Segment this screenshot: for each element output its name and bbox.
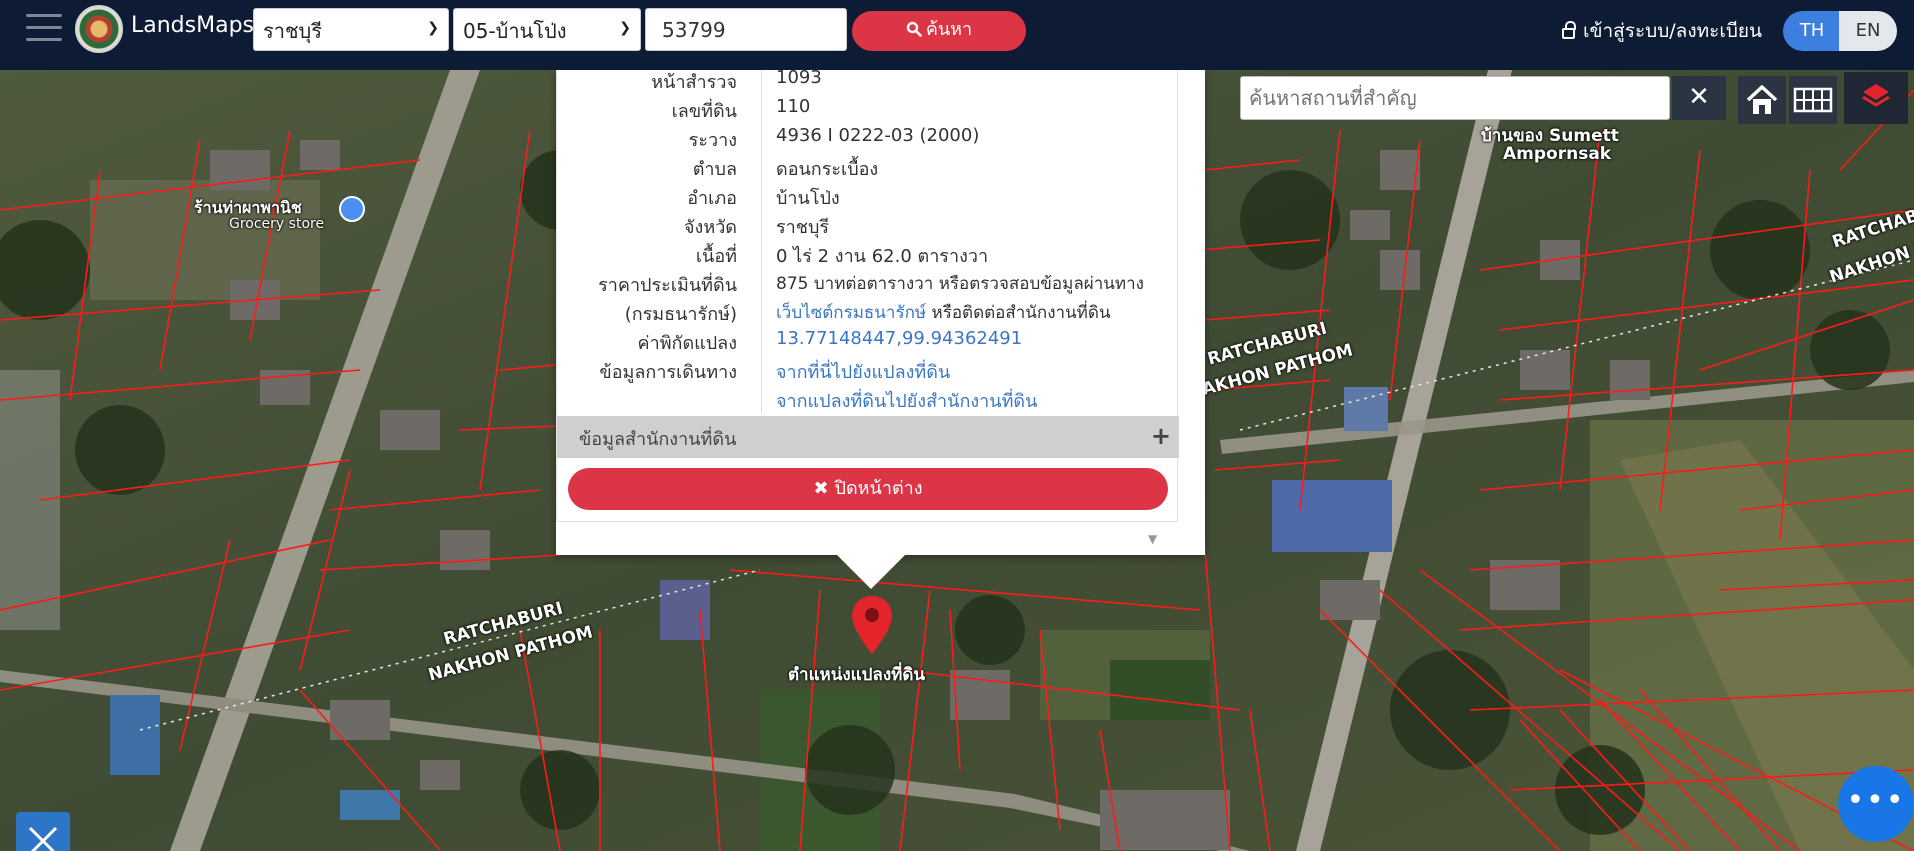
info-row-subdistrict: ตำบล ดอนกระเบื้อง — [557, 154, 1179, 183]
info-row-coordinates: ค่าพิกัดแปลง 13.77148447,99.94362491 — [557, 328, 1179, 357]
info-row-area: เนื้อที่ 0 ไร่ 2 งาน 62.0 ตารางวา — [557, 241, 1179, 270]
home-button[interactable] — [1738, 76, 1786, 124]
parcel-info-popup: หน้าสำรวจ 1093 เลขที่ดิน 110 ระวาง 4936 … — [556, 67, 1205, 555]
province-select[interactable]: ราชบุรี ❯ — [253, 8, 449, 51]
info-row-appraisal: ราคาประเมินที่ดิน 875 บาทต่อตารางวา หรือ… — [557, 270, 1179, 299]
close-window-label: ปิดหน้าต่าง — [834, 478, 923, 499]
store-marker-icon[interactable] — [339, 196, 365, 222]
menu-icon[interactable] — [26, 14, 62, 48]
lang-th-button[interactable]: TH — [1783, 11, 1841, 51]
info-value: 875 บาทต่อตารางวา หรือตรวจสอบข้อมูลผ่านท… — [776, 274, 1144, 294]
top-bar: LandsMaps ราชบุรี ❯ 05-บ้านโป่ง ❯ ค้นหา … — [0, 0, 1914, 70]
info-label: หน้าสำรวจ — [651, 72, 737, 93]
store-type-label: Grocery store — [229, 216, 325, 232]
place-search-input[interactable] — [1240, 76, 1670, 120]
popup-pointer — [835, 553, 907, 589]
layers-icon — [1862, 84, 1890, 107]
info-row-travel-2: จากแปลงที่ดินไปยังสำนักงานที่ดิน — [557, 386, 1179, 415]
info-value: เว็บไซต์กรมธนารักษ์ หรือติดต่อสำนักงานที… — [776, 299, 1111, 326]
land-office-label: ข้อมูลสำนักงานที่ดิน — [579, 429, 737, 450]
scroll-down-icon[interactable]: ▼ — [1148, 532, 1157, 546]
close-icon: ✕ — [1688, 82, 1710, 112]
lang-en-button[interactable]: EN — [1839, 11, 1897, 51]
login-link[interactable]: เข้าสู่ระบบ/ลงทะเบียน — [1562, 16, 1762, 46]
info-label: ตำบล — [692, 159, 737, 180]
directions-to-office-link[interactable]: จากแปลงที่ดินไปยังสำนักงานที่ดิน — [776, 386, 1037, 415]
more-options-button[interactable]: ••• — [1838, 766, 1914, 842]
info-label: ระวาง — [688, 130, 737, 151]
layers-button[interactable] — [1844, 72, 1908, 124]
search-icon — [906, 21, 922, 37]
info-value: 4936 I 0222-03 (2000) — [776, 125, 980, 146]
grid-icon — [1793, 87, 1833, 113]
info-label: ข้อมูลการเดินทาง — [599, 362, 737, 383]
brand-name: LandsMaps — [131, 13, 254, 38]
info-row-survey-page: หน้าสำรวจ 1093 — [557, 67, 1179, 96]
parcel-marker-label: ตำแหน่งแปลงที่ดิน — [788, 665, 926, 685]
info-value: ราชบุรี — [776, 217, 830, 238]
info-label: (กรมธนารักษ์) — [624, 304, 737, 325]
landsmaps-logo — [75, 5, 123, 53]
parcel-number-input[interactable] — [645, 8, 847, 51]
info-row-land-number: เลขที่ดิน 110 — [557, 96, 1179, 125]
info-label: จังหวัด — [684, 217, 737, 238]
info-label: ราคาประเมินที่ดิน — [598, 275, 737, 296]
info-row-travel: ข้อมูลการเดินทาง จากที่นี่ไปยังแปลงที่ดิ… — [557, 357, 1179, 386]
district-select[interactable]: 05-บ้านโป่ง ❯ — [453, 8, 641, 51]
info-row-province: จังหวัด ราชบุรี — [557, 212, 1179, 241]
district-value: 05-บ้านโป่ง — [463, 19, 567, 43]
info-label: อำเภอ — [687, 188, 737, 209]
info-label: เนื้อที่ — [695, 246, 737, 267]
appraisal-suffix: หรือติดต่อสำนักงานที่ดิน — [926, 303, 1111, 323]
clear-search-button[interactable]: ✕ — [1672, 76, 1726, 120]
info-row-appraisal-2: (กรมธนารักษ์) เว็บไซต์กรมธนารักษ์ หรือติ… — [557, 299, 1179, 328]
info-value: 0 ไร่ 2 งาน 62.0 ตารางวา — [776, 246, 989, 267]
info-label: ค่าพิกัดแปลง — [637, 333, 737, 354]
info-value: 1093 — [776, 67, 822, 88]
chevron-down-icon: ❯ — [427, 20, 439, 36]
info-row-district: อำเภอ บ้านโป่ง — [557, 183, 1179, 212]
coordinates-link[interactable]: 13.77148447,99.94362491 — [776, 328, 1022, 349]
search-button-label: ค้นหา — [925, 19, 973, 40]
land-office-section[interactable]: ข้อมูลสำนักงานที่ดิน + — [557, 416, 1179, 458]
close-window-button[interactable]: ✖ ปิดหน้าต่าง — [568, 468, 1168, 510]
grid-button[interactable] — [1789, 76, 1837, 124]
chevron-down-icon: ❯ — [619, 20, 631, 36]
parcel-info-content: หน้าสำรวจ 1093 เลขที่ดิน 110 ระวาง 4936 … — [556, 67, 1179, 522]
treasury-website-link[interactable]: เว็บไซต์กรมธนารักษ์ — [776, 303, 926, 323]
info-label: เลขที่ดิน — [671, 101, 737, 122]
info-value: ดอนกระเบื้อง — [776, 159, 879, 180]
info-row-map-sheet: ระวาง 4936 I 0222-03 (2000) — [557, 125, 1179, 154]
map-pin-icon[interactable] — [850, 594, 894, 656]
directions-to-parcel-link[interactable]: จากที่นี่ไปยังแปลงที่ดิน — [776, 357, 950, 386]
measure-icon — [28, 826, 58, 851]
lock-icon — [1562, 21, 1576, 39]
info-value: บ้านโป่ง — [776, 188, 840, 209]
info-value: 110 — [776, 96, 811, 117]
province-value: ราชบุรี — [263, 19, 322, 43]
home-icon — [1746, 85, 1778, 114]
close-icon: ✖ — [813, 478, 829, 499]
plus-icon: + — [1150, 422, 1171, 450]
search-button[interactable]: ค้นหา — [852, 11, 1026, 51]
login-label: เข้าสู่ระบบ/ลงทะเบียน — [1583, 20, 1763, 42]
more-icon: ••• — [1846, 783, 1906, 818]
measure-button[interactable] — [16, 812, 70, 851]
house-owner-name-label: Amporn​sak — [1503, 144, 1612, 164]
